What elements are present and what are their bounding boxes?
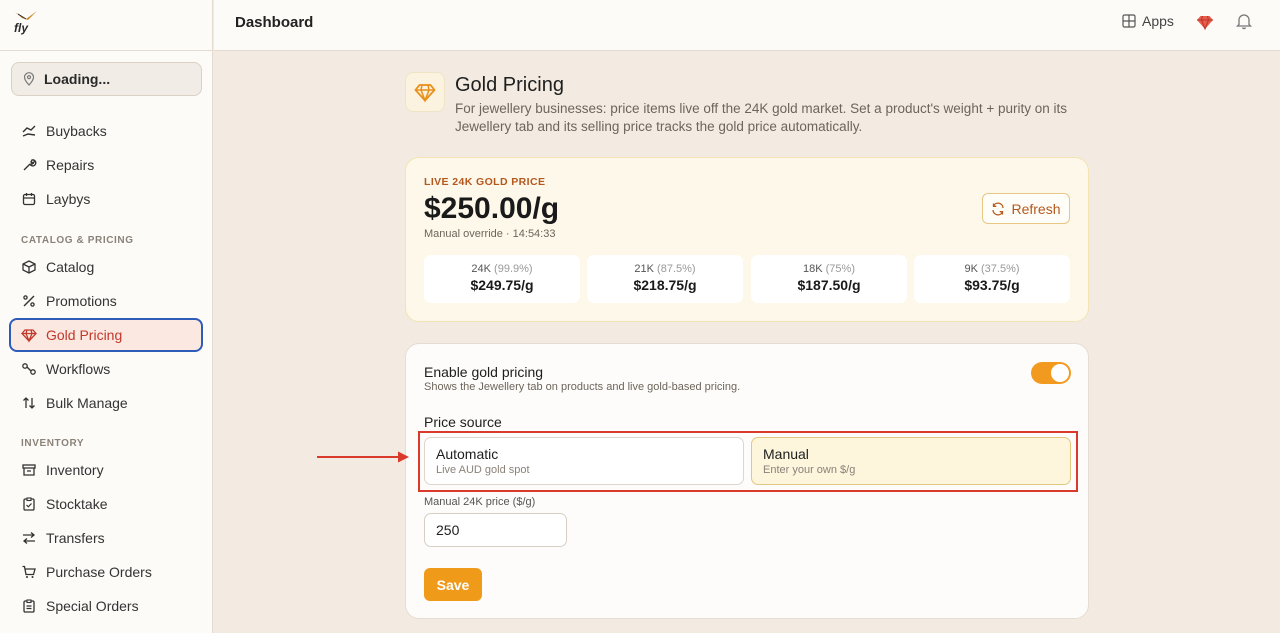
manual-price-input[interactable]: 250 [424, 513, 567, 547]
live-price-label: LIVE 24K GOLD PRICE [424, 176, 546, 188]
sidebar-item-label: Transfers [46, 530, 105, 546]
arrow-right-icon [317, 451, 409, 463]
toggle-knob [1051, 364, 1069, 382]
price-source-highlight [418, 431, 1078, 492]
archive-icon [21, 462, 37, 478]
sidebar-item-purchase-orders[interactable]: Purchase Orders [9, 555, 203, 589]
refresh-button[interactable]: Refresh [982, 193, 1070, 224]
price-source-label: Price source [424, 414, 502, 430]
transfer-icon [21, 530, 37, 546]
karat-9k: 9K (37.5%) $93.75/g [914, 255, 1070, 303]
karat-price: $249.75/g [470, 277, 534, 293]
refresh-icon [992, 202, 1005, 215]
section-label-catalog: CATALOG & PRICING [21, 235, 134, 246]
karat-price: $93.75/g [964, 277, 1020, 293]
enable-gold-description: Shows the Jewellery tab on products and … [424, 381, 741, 393]
karat-purity: (37.5%) [981, 263, 1020, 275]
sort-icon [21, 395, 37, 411]
sidebar-item-label: Stocktake [46, 496, 108, 512]
sidebar-item-gold-pricing[interactable]: Gold Pricing [9, 318, 203, 352]
refresh-label: Refresh [1011, 200, 1061, 217]
live-price-value: $250.00/g [424, 192, 560, 225]
sidebar-item-promotions[interactable]: Promotions [9, 284, 203, 318]
map-pin-icon [22, 72, 36, 86]
gem-icon[interactable] [1196, 13, 1214, 31]
workflow-icon [21, 361, 37, 377]
logo-text: fly [14, 21, 29, 35]
sidebar: fly Loading... Buybacks Repairs Laybys C… [0, 0, 213, 633]
sidebar-item-label: Purchase Orders [46, 564, 152, 580]
karat-21k: 21K (87.5%) $218.75/g [587, 255, 743, 303]
sidebar-item-inventory[interactable]: Inventory [9, 453, 203, 487]
karat-name: 21K [634, 263, 654, 275]
gold-pricing-title: Gold Pricing [455, 74, 564, 96]
page-gem-icon [405, 72, 445, 112]
page-title: Dashboard [235, 14, 314, 31]
box-icon [21, 259, 37, 275]
price-meta: Manual override · 14:54:33 [424, 228, 556, 240]
apps-label: Apps [1142, 13, 1174, 29]
sidebar-item-label: Bulk Manage [46, 395, 128, 411]
karat-18k: 18K (75%) $187.50/g [751, 255, 907, 303]
sidebar-item-label: Inventory [46, 462, 104, 478]
percent-icon [21, 293, 37, 309]
karat-purity: (75%) [825, 263, 855, 275]
sidebar-item-label: Special Orders [46, 598, 139, 614]
sidebar-item-transfers[interactable]: Transfers [9, 521, 203, 555]
karat-name: 18K [803, 263, 823, 275]
sidebar-item-bulk-manage[interactable]: Bulk Manage [9, 386, 203, 420]
gem-icon [21, 327, 37, 343]
sidebar-item-label: Promotions [46, 293, 117, 309]
calendar-icon [21, 191, 37, 207]
section-label-inventory: INVENTORY [21, 438, 85, 449]
bell-icon[interactable] [1235, 12, 1253, 30]
sidebar-item-special-orders[interactable]: Special Orders [9, 589, 203, 623]
save-button[interactable]: Save [424, 568, 482, 601]
sidebar-item-label: Repairs [46, 157, 95, 173]
sidebar-item-stocktake[interactable]: Stocktake [9, 487, 203, 521]
karat-name: 24K [471, 263, 491, 275]
apps-button[interactable]: Apps [1122, 13, 1174, 29]
sidebar-divider [0, 50, 213, 51]
location-selector[interactable]: Loading... [11, 62, 202, 96]
sidebar-item-label: Laybys [46, 191, 91, 207]
location-label: Loading... [44, 71, 111, 87]
top-header: Dashboard Apps [214, 0, 1280, 51]
karat-24k: 24K (99.9%) $249.75/g [424, 255, 580, 303]
sidebar-item-catalog[interactable]: Catalog [9, 250, 203, 284]
sidebar-item-label: Gold Pricing [46, 327, 123, 343]
cart-icon [21, 564, 37, 580]
karat-price: $187.50/g [797, 277, 861, 293]
clipboard-list-icon [21, 598, 37, 614]
karat-purity: (87.5%) [657, 263, 696, 275]
enable-gold-toggle[interactable] [1031, 362, 1071, 384]
sidebar-item-label: Catalog [46, 259, 95, 275]
karat-price: $218.75/g [633, 277, 697, 293]
sidebar-item-label: Workflows [46, 361, 111, 377]
clipboard-icon [21, 496, 37, 512]
sidebar-item-laybys[interactable]: Laybys [9, 182, 203, 216]
buyback-icon [21, 123, 37, 139]
manual-price-label: Manual 24K price ($/g) [424, 496, 536, 508]
sidebar-item-label: Buybacks [46, 123, 107, 139]
wrench-icon [21, 157, 37, 173]
sidebar-item-repairs[interactable]: Repairs [9, 148, 203, 182]
sidebar-item-workflows[interactable]: Workflows [9, 352, 203, 386]
karat-purity: (99.9%) [494, 263, 533, 275]
gold-pricing-description: For jewellery businesses: price items li… [455, 101, 1067, 134]
grid-icon [1122, 14, 1136, 28]
live-price-card: LIVE 24K GOLD PRICE $250.00/g Manual ove… [405, 157, 1089, 322]
karat-name: 9K [964, 263, 978, 275]
enable-gold-title: Enable gold pricing [424, 364, 544, 380]
sidebar-item-buybacks[interactable]: Buybacks [9, 114, 203, 148]
